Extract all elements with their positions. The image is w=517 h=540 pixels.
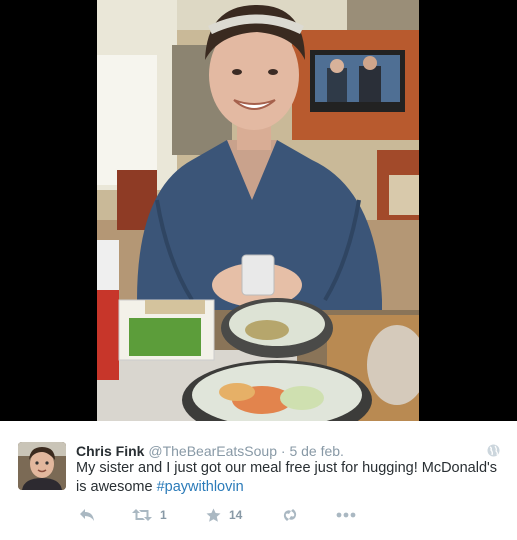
tweet-media[interactable]: [0, 0, 517, 421]
retweet-button[interactable]: 1: [132, 505, 167, 525]
tweet-photo[interactable]: [97, 0, 419, 421]
more-button[interactable]: [336, 505, 356, 525]
reply-button[interactable]: [79, 505, 95, 525]
retweet-icon: [132, 509, 152, 521]
vine-icon: [283, 509, 297, 521]
tweet-timestamp[interactable]: 5 de feb.: [289, 443, 344, 459]
tweet-text-body: My sister and I just got our meal free j…: [76, 460, 498, 495]
tweet-actions: 1 14: [76, 505, 376, 525]
retweet-count: 1: [160, 508, 167, 522]
tweet-card: Chris Fink @TheBearEatsSoup · 5 de feb. …: [0, 421, 517, 540]
globe-icon: [487, 444, 500, 457]
star-icon: [206, 508, 221, 522]
more-icon: [336, 512, 356, 518]
avatar[interactable]: [18, 442, 66, 490]
author-fullname[interactable]: Chris Fink: [76, 443, 144, 459]
tweet-header: Chris Fink @TheBearEatsSoup · 5 de feb.: [76, 442, 476, 460]
header-separator: ·: [280, 443, 286, 459]
favorite-button[interactable]: 14: [206, 505, 242, 525]
favorite-count: 14: [229, 508, 243, 522]
vine-button[interactable]: [283, 505, 297, 525]
tweet-text: My sister and I just got our meal free j…: [76, 459, 501, 497]
author-username[interactable]: @TheBearEatsSoup: [148, 443, 277, 459]
reply-icon: [80, 509, 94, 521]
hashtag-link[interactable]: #paywithlovin: [157, 479, 244, 495]
